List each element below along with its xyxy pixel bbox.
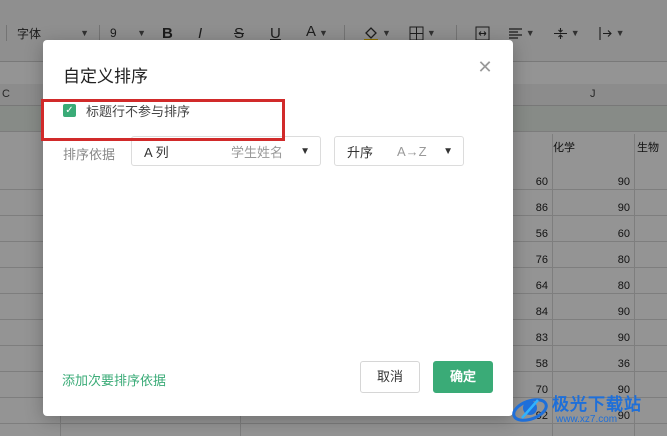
custom-sort-dialog: 自定义排序 ✕ ✓ 标题行不参与排序 排序依据 A 列 学生姓名 ▼ 升序 A→… [43,40,513,416]
watermark-url: www.xz7.com [556,414,618,425]
add-secondary-sort-link[interactable]: 添加次要排序依据 [62,370,166,389]
watermark: 极光下载站 www.xz7.com [510,384,667,436]
close-icon[interactable]: ✕ [475,57,495,77]
chevron-down-icon: ▼ [443,146,453,157]
sort-column-field: 学生姓名 [231,144,284,160]
chevron-down-icon: ▼ [300,146,310,157]
sort-order-select[interactable]: 升序 A→Z ▼ [334,136,464,166]
watermark-title: 极光下载站 [552,395,642,414]
sort-column-value: A 列 [144,144,169,160]
dialog-title: 自定义排序 [63,67,148,86]
highlight-annotation-box [41,99,285,141]
cancel-button[interactable]: 取消 [360,361,420,393]
confirm-button[interactable]: 确定 [433,361,493,393]
sort-order-hint: A→Z [397,143,427,159]
sort-by-label: 排序依据 [63,147,116,162]
watermark-logo-icon [512,398,548,422]
sort-order-value: 升序 [347,144,374,160]
